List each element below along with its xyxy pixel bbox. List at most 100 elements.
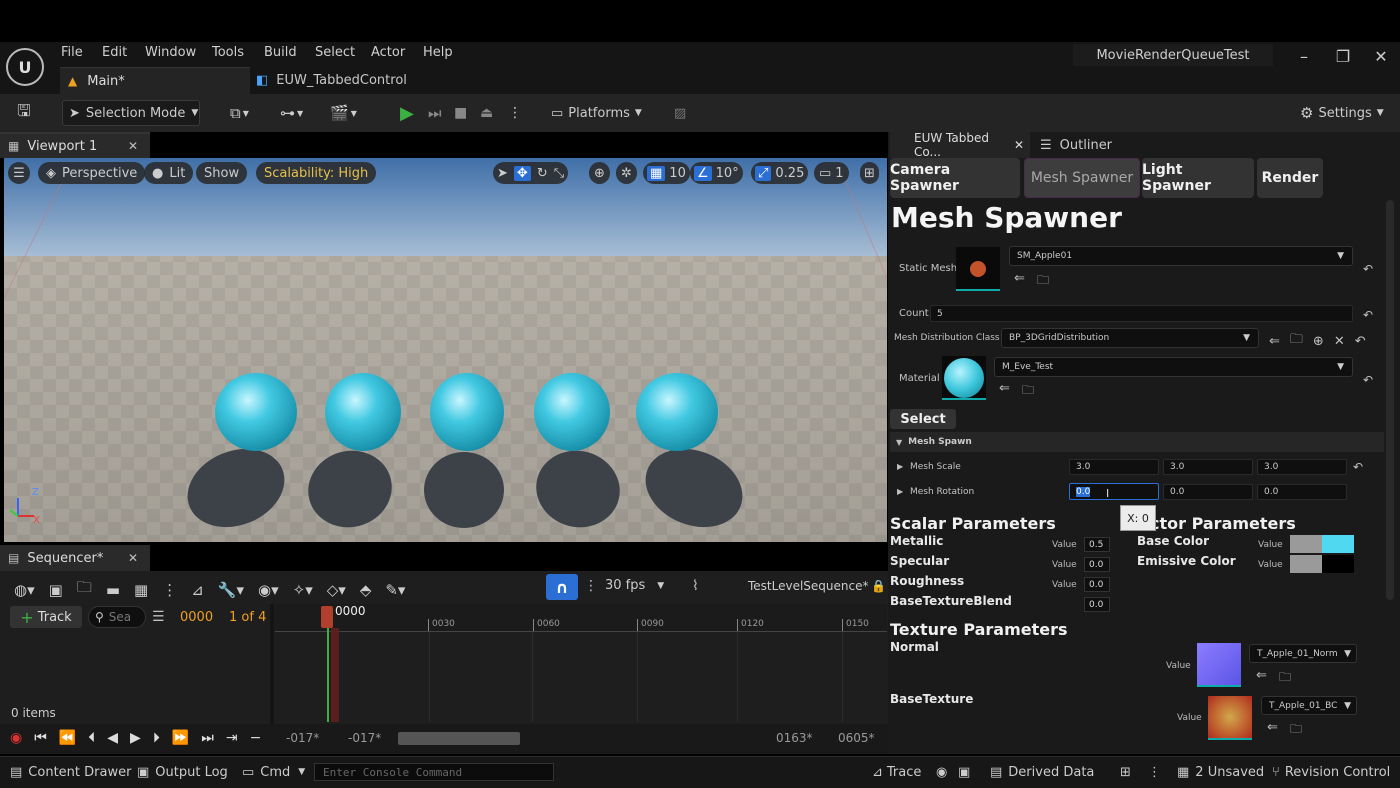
roughness-value[interactable]: 0.0 — [1084, 577, 1110, 592]
chevron-right-icon[interactable]: ▶ — [897, 462, 903, 471]
eject-icon[interactable]: ⏏ — [480, 100, 502, 126]
tab-euw-panel[interactable]: EUW Tabbed Co... ✕ — [890, 131, 1030, 159]
browse-icon[interactable]: 🗀 — [1022, 381, 1034, 402]
perspective-button[interactable]: ◈ Perspective — [38, 162, 146, 184]
menu-help[interactable]: Help — [423, 45, 453, 61]
tab-mesh-spawner[interactable]: Mesh Spawner — [1024, 158, 1140, 198]
jump-start-icon[interactable]: ⏮ — [34, 730, 47, 746]
add-icon[interactable]: ⊕ — [1313, 334, 1324, 349]
add-track-button[interactable]: + Track — [10, 606, 82, 628]
maximize-icon[interactable]: ❐ — [1330, 46, 1356, 66]
more-icon[interactable]: ⋮ — [1148, 763, 1161, 781]
tab-sequencer[interactable]: ▤ Sequencer* ✕ — [0, 545, 150, 571]
close-icon[interactable]: ✕ — [1368, 46, 1394, 66]
world-local-icon[interactable]: ⊕ — [589, 162, 610, 184]
jump-end-icon[interactable]: ⏭ — [201, 730, 214, 746]
menu-build[interactable]: Build — [264, 45, 297, 61]
next-key-icon[interactable]: ⏩ — [172, 730, 189, 746]
curve-editor-icon[interactable]: ⌇ — [692, 578, 699, 594]
menu-tools[interactable]: Tools — [212, 45, 244, 61]
reset-icon[interactable]: ↶ — [1353, 460, 1363, 474]
autokey-icon[interactable]: ✧▾ — [293, 581, 313, 599]
select-tool-icon[interactable]: ➤ — [497, 166, 508, 181]
working-end[interactable]: 0163* — [776, 731, 813, 745]
layout-icon[interactable]: ⊞ — [860, 162, 879, 184]
mesh-scale-z[interactable]: 3.0 — [1257, 459, 1347, 475]
normal-texture-combo[interactable]: T_Apple_01_Norm ▼ — [1249, 644, 1357, 663]
track-search-input[interactable]: ⚲ Sea — [88, 606, 146, 628]
emissive-color-swatch[interactable] — [1290, 555, 1354, 573]
base-color-swatch[interactable] — [1290, 535, 1354, 553]
grid-snap-button[interactable]: ▦ 10 — [643, 162, 690, 184]
prev-frame-icon[interactable]: ⏴ — [88, 730, 95, 746]
mesh-rotation-x[interactable]: 0.0 — [1069, 483, 1159, 500]
reverse-icon[interactable]: ◀ — [107, 730, 118, 746]
platforms-button[interactable]: ▭ Platforms ▼ — [551, 100, 645, 126]
save-icon[interactable]: ▣ — [49, 581, 63, 599]
static-mesh-combo[interactable]: SM_Apple01 ▼ — [1009, 246, 1353, 266]
mesh-scale-y[interactable]: 3.0 — [1163, 459, 1253, 475]
close-icon[interactable]: ✕ — [128, 551, 138, 565]
mesh-spawn-header[interactable]: ▼ Mesh Spawn — [890, 432, 1384, 452]
prev-key-icon[interactable]: ⏪ — [59, 730, 76, 746]
viewport-menu-icon[interactable]: ☰ — [8, 162, 30, 184]
add-actor-icon[interactable]: ⧉ ▼ — [230, 100, 266, 126]
metallic-value[interactable]: 0.5 — [1084, 537, 1110, 552]
pencil-icon[interactable]: ✎▾ — [385, 581, 405, 599]
menu-select[interactable]: Select — [315, 45, 355, 61]
working-start[interactable]: -017* — [348, 731, 381, 745]
rotate-tool-icon[interactable]: ↻ — [537, 166, 548, 181]
specular-value[interactable]: 0.0 — [1084, 557, 1110, 572]
screenshot-icon[interactable]: ▣ — [958, 763, 970, 781]
lit-button[interactable]: ● Lit — [144, 162, 194, 184]
step-icon[interactable]: ⏭ — [428, 100, 450, 126]
snap-magnet-icon[interactable]: ∩ — [546, 574, 578, 600]
play-forward-icon[interactable]: ▶ — [130, 730, 141, 746]
browse-icon[interactable]: 🗀 — [1037, 271, 1049, 292]
more-icon[interactable]: ⋮ — [162, 581, 177, 599]
filter-icon[interactable]: ☰ — [152, 609, 165, 625]
browse-icon[interactable]: 🗀 — [1290, 330, 1303, 352]
camera-speed-button[interactable]: ▭ 1 — [814, 162, 849, 184]
basetextureblend-value[interactable]: 0.0 — [1084, 597, 1110, 612]
unsaved-button[interactable]: ▦ 2 Unsaved — [1177, 763, 1264, 781]
chevron-right-icon[interactable]: ▶ — [897, 487, 903, 496]
view-start[interactable]: -017* — [286, 731, 319, 745]
fps-dropdown[interactable]: 30 fps ▼ — [605, 578, 664, 593]
lock-icon[interactable]: 🔒 — [871, 579, 886, 593]
more-icon[interactable]: ⋮ — [508, 100, 522, 126]
reset-icon[interactable]: ↶ — [1363, 373, 1373, 387]
derived-data-button[interactable]: ▤ Derived Data — [990, 763, 1094, 781]
cinematics-icon[interactable]: 🎬 ▼ — [330, 100, 366, 126]
use-selected-icon[interactable]: ⇐ — [1267, 720, 1278, 735]
transform-icon[interactable]: ⊿ — [191, 581, 204, 599]
tab-viewport[interactable]: ▦ Viewport 1 ✕ — [0, 132, 150, 158]
record-trace-icon[interactable]: ◉ — [936, 763, 947, 781]
clear-icon[interactable]: ✕ — [1334, 334, 1345, 349]
close-icon[interactable]: ✕ — [128, 139, 138, 153]
close-icon[interactable]: ✕ — [1014, 138, 1024, 152]
settings-button[interactable]: ⚙ Settings ▼ — [1300, 100, 1386, 126]
record-icon[interactable]: ◉ — [10, 730, 22, 746]
playhead-handle[interactable] — [321, 606, 333, 628]
selection-mode-button[interactable]: ➤ Selection Mode ▼ — [62, 100, 200, 126]
time-ruler[interactable]: 0030 0060 0090 0120 0150 — [275, 604, 887, 632]
clapper-icon[interactable]: ▦ — [134, 581, 148, 599]
save-icon[interactable]: 🖫 — [12, 100, 36, 126]
tab-camera-spawner[interactable]: Camera Spawner — [890, 158, 1020, 198]
keyframe-icon[interactable]: ⬘ — [360, 581, 372, 599]
tab-light-spawner[interactable]: Light Spawner — [1142, 158, 1254, 198]
tab-main[interactable]: ▲ Main* — [60, 67, 250, 94]
rotation-snap-button[interactable]: ∠ 10° — [690, 162, 743, 184]
mesh-scale-x[interactable]: 3.0 — [1069, 459, 1159, 475]
folder-icon[interactable]: 🗀 — [77, 577, 92, 602]
minimize-icon[interactable]: – — [1291, 46, 1317, 66]
source-control-icon[interactable]: ⊞ — [1120, 763, 1131, 781]
camera-icon[interactable]: ▬ — [106, 581, 120, 599]
menu-actor[interactable]: Actor — [371, 45, 405, 61]
reset-icon[interactable]: ↶ — [1363, 262, 1373, 276]
eye-icon[interactable]: ◉▾ — [258, 581, 279, 599]
browse-icon[interactable]: 🗀 — [1290, 720, 1302, 741]
material-combo[interactable]: M_Eve_Test ▼ — [994, 357, 1353, 377]
count-field[interactable]: 5 — [930, 305, 1353, 322]
